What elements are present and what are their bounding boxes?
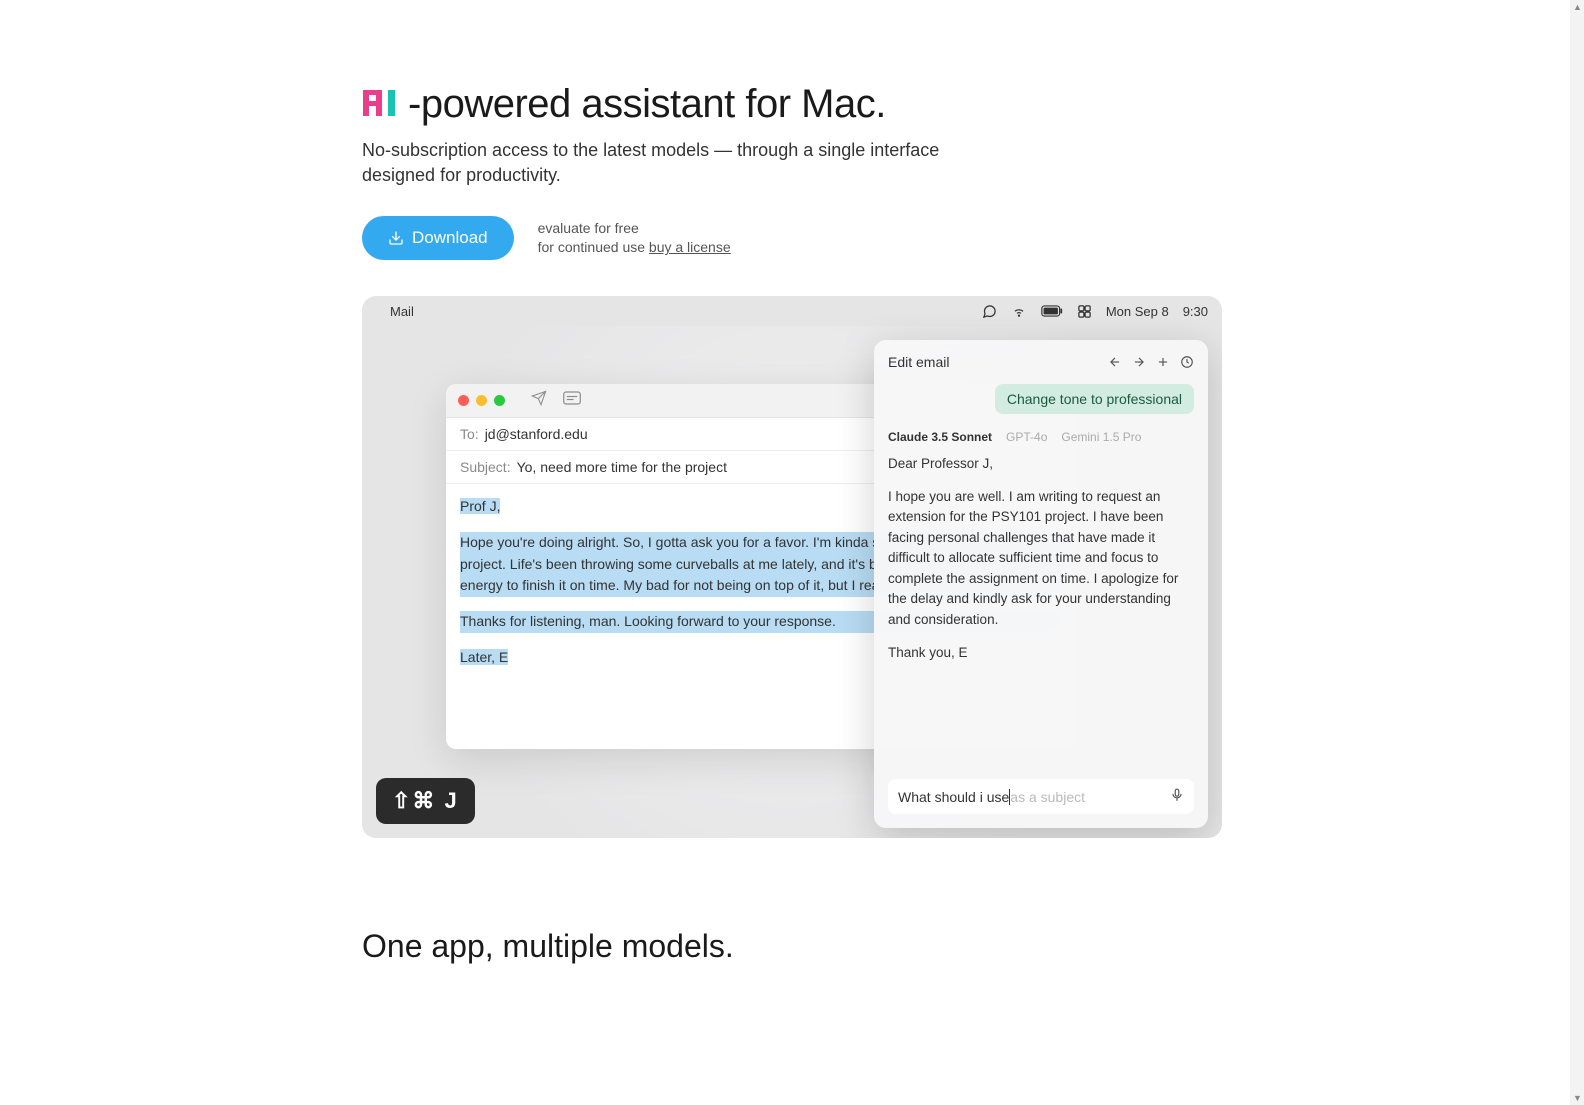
download-button[interactable]: Download [362,216,514,260]
page-scrollbar[interactable]: ▲ ▼ [1570,0,1584,1105]
scroll-up-arrow[interactable]: ▲ [1573,2,1581,12]
ai-logo [362,80,408,128]
send-icon[interactable] [531,390,547,411]
mail-to-label: To: [460,426,479,442]
wifi-icon [1011,304,1027,318]
cta-aside-line2-prefix: for continued use [538,239,649,255]
zoom-icon[interactable] [494,395,505,406]
mail-body-p4b: E [499,649,508,665]
minimize-icon[interactable] [476,395,487,406]
close-icon[interactable] [458,395,469,406]
mac-menubar: Mail Mon Sep 8 9:30 [362,296,1222,326]
assistant-resp-p3: Thank you, E [888,643,1194,664]
assistant-panel: Edit email [874,340,1208,828]
cta-aside: evaluate for free for continued use buy … [538,219,731,258]
window-traffic-lights[interactable] [458,395,505,406]
menubar-time: 9:30 [1183,304,1208,319]
mail-body-p1: Prof J, [460,498,500,514]
tab-gemini[interactable]: Gemini 1.5 Pro [1061,430,1141,444]
microphone-icon[interactable] [1170,787,1184,806]
section-heading-models: One app, multiple models. [362,928,1222,965]
scroll-down-arrow[interactable]: ▼ [1573,1093,1581,1103]
hero-subtitle: No-subscription access to the latest mod… [362,138,1002,188]
hero-title-rest: -powered assistant for Mac. [408,82,886,126]
assistant-resp-p2: I hope you are well. I am writing to req… [888,487,1194,631]
tab-gpt4o[interactable]: GPT-4o [1006,430,1047,444]
showcase-frame: Mail Mon Sep 8 9:30 [362,296,1222,838]
battery-icon [1041,305,1063,317]
tab-claude[interactable]: Claude 3.5 Sonnet [888,430,992,444]
control-center-icon [1077,304,1092,319]
mail-to-value: jd@stanford.edu [485,426,588,442]
keyboard-shortcut-badge: ⇧⌘ J [376,778,475,824]
arrow-left-icon[interactable] [1108,355,1122,369]
menubar-date: Mon Sep 8 [1106,304,1169,319]
assistant-title: Edit email [888,354,949,370]
cta-aside-line1: evaluate for free [538,219,731,239]
user-prompt-bubble: Change tone to professional [995,384,1194,414]
assistant-resp-p1: Dear Professor J, [888,454,1194,475]
download-button-label: Download [412,228,488,248]
buy-license-link[interactable]: buy a license [649,239,731,255]
chat-bubble-icon [982,304,997,319]
mail-subject-value: Yo, need more time for the project [517,459,727,475]
assistant-response: Dear Professor J, I hope you are well. I… [888,454,1194,779]
arrow-right-icon[interactable] [1132,355,1146,369]
mail-body-p4a: Later, [460,649,499,665]
assistant-input[interactable]: What should i use as a subject [888,779,1194,814]
download-icon [388,230,404,246]
history-icon[interactable] [1180,355,1194,369]
model-tabs: Claude 3.5 Sonnet GPT-4o Gemini 1.5 Pro [888,430,1194,444]
assistant-input-ghost: as a subject [1010,789,1085,805]
format-icon[interactable] [563,391,581,410]
mail-subject-label: Subject: [460,459,511,475]
menubar-app-name: Mail [390,304,414,319]
hero-title: -powered assistant for Mac. [362,80,1222,128]
assistant-input-typed: What should i use [898,789,1009,805]
plus-icon[interactable] [1156,355,1170,369]
